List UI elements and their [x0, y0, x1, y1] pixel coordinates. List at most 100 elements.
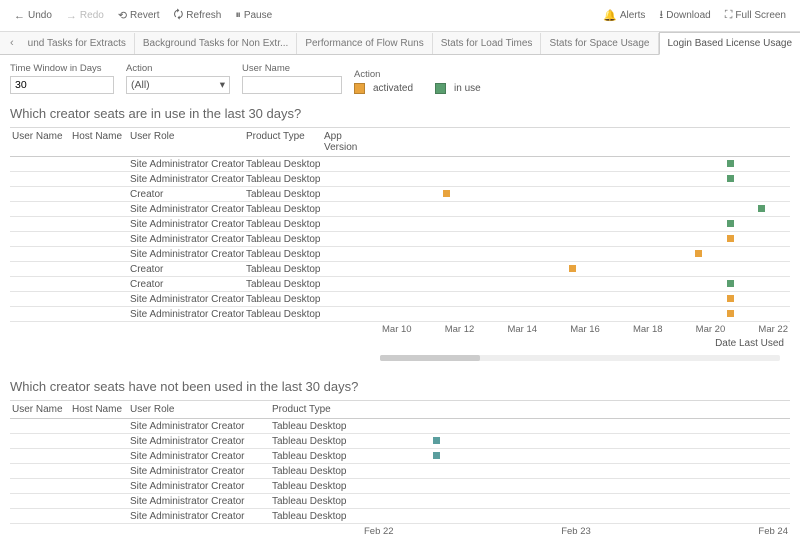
x-axis-ticks: Feb 22Feb 23Feb 24 — [362, 526, 790, 537]
chart-cell — [380, 232, 790, 246]
data-marker — [727, 160, 734, 167]
data-marker — [758, 205, 765, 212]
redo-icon: → — [66, 10, 77, 22]
table-row: Site Administrator CreatorTableau Deskto… — [10, 419, 790, 434]
section-in-use: Which creator seats are in use in the la… — [0, 100, 800, 373]
horizontal-scrollbar[interactable] — [380, 355, 780, 361]
col-chart — [362, 401, 790, 418]
refresh-button[interactable]: 🗘Refresh — [167, 4, 227, 27]
data-marker — [727, 295, 734, 302]
chart-cell — [362, 464, 790, 478]
download-icon: ⭳ — [659, 6, 663, 25]
chart-cell — [380, 157, 790, 171]
data-marker — [433, 437, 440, 444]
col-appversion: App Version — [322, 128, 380, 156]
data-marker — [727, 220, 734, 227]
col-producttype: Product Type — [244, 128, 322, 156]
data-marker — [727, 310, 734, 317]
tabs-scroll-left[interactable]: ‹ — [4, 32, 20, 54]
col-username: User Name — [10, 401, 70, 418]
section-not-used-title: Which creator seats have not been used i… — [10, 379, 790, 394]
chart-cell — [380, 262, 790, 276]
chart-cell — [380, 217, 790, 231]
tab-flow-runs[interactable]: Performance of Flow Runs — [297, 33, 432, 54]
action-filter-select[interactable]: (All) ▾ — [126, 76, 230, 94]
chart-cell — [380, 247, 790, 261]
download-button[interactable]: ⭳Download — [653, 4, 716, 27]
table-row: Site Administrator CreatorTableau Deskto… — [10, 434, 790, 449]
chart-cell — [380, 187, 790, 201]
fullscreen-button[interactable]: ⛶Full Screen — [719, 7, 792, 24]
not-used-table: User Name Host Name User Role Product Ty… — [10, 400, 790, 524]
section-in-use-title: Which creator seats are in use in the la… — [10, 106, 790, 121]
section-not-used: Which creator seats have not been used i… — [0, 373, 800, 549]
tab-bar: ‹ und Tasks for Extracts Background Task… — [0, 32, 800, 55]
table-row: Site Administrator CreatorTableau Deskto… — [10, 509, 790, 524]
chart-cell — [380, 277, 790, 291]
alerts-button[interactable]: 🔔Alerts — [597, 7, 651, 24]
legend-inuse-label: in use — [454, 83, 481, 94]
pause-icon: ⏸ — [235, 9, 241, 22]
undo-icon: ← — [14, 10, 25, 22]
table-row: CreatorTableau Desktop — [10, 262, 790, 277]
in-use-table: User Name Host Name User Role Product Ty… — [10, 127, 790, 322]
action-filter-value: (All) — [131, 79, 150, 91]
pause-button[interactable]: ⏸Pause — [229, 7, 278, 24]
table-row: CreatorTableau Desktop — [10, 187, 790, 202]
toolbar: ←Undo →Redo ⟲Revert 🗘Refresh ⏸Pause 🔔Ale… — [0, 0, 800, 32]
toolbar-left: ←Undo →Redo ⟲Revert 🗘Refresh ⏸Pause — [8, 4, 278, 27]
table-header: User Name Host Name User Role Product Ty… — [10, 128, 790, 157]
table-row: Site Administrator CreatorTableau Deskto… — [10, 232, 790, 247]
tab-space-usage[interactable]: Stats for Space Usage — [541, 33, 658, 54]
chart-cell — [362, 434, 790, 448]
username-filter-input[interactable] — [242, 76, 342, 94]
tab-load-times[interactable]: Stats for Load Times — [433, 33, 542, 54]
chart-cell — [380, 307, 790, 321]
chart-cell — [362, 494, 790, 508]
legend-title: Action — [354, 69, 481, 80]
undo-button[interactable]: ←Undo — [8, 8, 58, 24]
chart-cell — [380, 292, 790, 306]
data-marker — [695, 250, 702, 257]
data-marker — [727, 280, 734, 287]
table-row: Site Administrator CreatorTableau Deskto… — [10, 202, 790, 217]
chevron-down-icon: ▾ — [220, 79, 225, 91]
table-row: Site Administrator CreatorTableau Deskto… — [10, 172, 790, 187]
col-hostname: Host Name — [70, 128, 128, 156]
refresh-icon: 🗘 — [173, 6, 183, 25]
revert-button[interactable]: ⟲Revert — [112, 7, 166, 24]
table-header: User Name Host Name User Role Product Ty… — [10, 401, 790, 419]
chart-cell — [362, 449, 790, 463]
table-row: Site Administrator CreatorTableau Deskto… — [10, 464, 790, 479]
col-userrole: User Role — [128, 128, 244, 156]
chart-cell — [380, 172, 790, 186]
chart-cell — [362, 419, 790, 433]
table-row: Site Administrator CreatorTableau Deskto… — [10, 292, 790, 307]
revert-icon: ⟲ — [118, 9, 127, 22]
time-window-input[interactable] — [10, 76, 114, 94]
legend: activated in use — [354, 83, 481, 94]
col-username: User Name — [10, 128, 70, 156]
table-row: Site Administrator CreatorTableau Deskto… — [10, 157, 790, 172]
filters-row: Time Window in Days Action (All) ▾ User … — [0, 55, 800, 100]
table-row: Site Administrator CreatorTableau Deskto… — [10, 307, 790, 322]
chart-cell — [362, 509, 790, 523]
data-marker — [727, 235, 734, 242]
tab-license-usage[interactable]: Login Based License Usage — [659, 32, 800, 55]
tab-extract-tasks[interactable]: und Tasks for Extracts — [20, 33, 135, 54]
data-marker — [443, 190, 450, 197]
bell-icon: 🔔 — [603, 9, 617, 22]
table-row: Site Administrator CreatorTableau Deskto… — [10, 494, 790, 509]
legend-activated-swatch — [354, 83, 365, 94]
col-chart — [380, 128, 790, 156]
time-window-label: Time Window in Days — [10, 63, 114, 74]
data-marker — [569, 265, 576, 272]
table-row: Site Administrator CreatorTableau Deskto… — [10, 247, 790, 262]
col-producttype: Product Type — [270, 401, 362, 418]
table-row: Site Administrator CreatorTableau Deskto… — [10, 479, 790, 494]
tab-nonextract-tasks[interactable]: Background Tasks for Non Extr... — [135, 33, 297, 54]
table-row: CreatorTableau Desktop — [10, 277, 790, 292]
chart-cell — [380, 202, 790, 216]
legend-activated-label: activated — [373, 83, 413, 94]
redo-button[interactable]: →Redo — [60, 8, 110, 24]
